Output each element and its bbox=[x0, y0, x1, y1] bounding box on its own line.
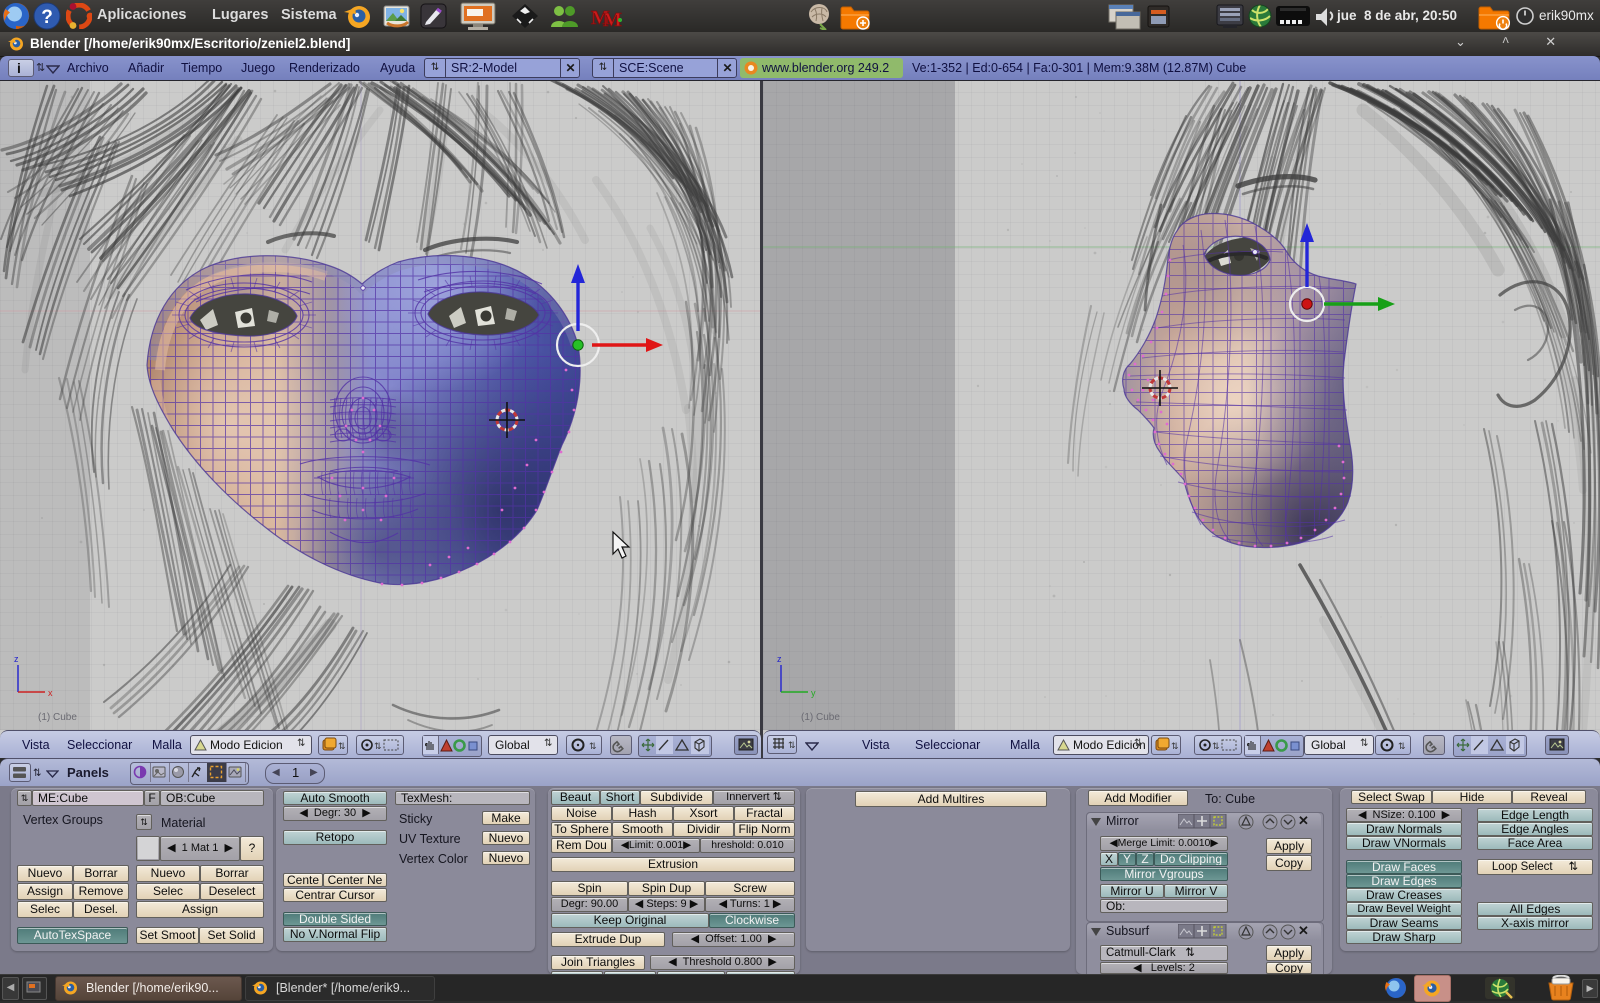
svg-text:⇅: ⇅ bbox=[788, 740, 796, 750]
svg-text:x: x bbox=[48, 688, 53, 698]
svg-text:?: ? bbox=[41, 7, 53, 28]
svg-text:⇅: ⇅ bbox=[338, 741, 346, 751]
svg-text:z: z bbox=[777, 654, 782, 664]
svg-text:⇅: ⇅ bbox=[1398, 741, 1406, 751]
svg-text:z: z bbox=[14, 654, 19, 664]
svg-text:⇅: ⇅ bbox=[1212, 741, 1220, 751]
svg-text:⇅: ⇅ bbox=[589, 741, 597, 751]
svg-text:(1) Cube: (1) Cube bbox=[801, 712, 840, 723]
svg-text:(1) Cube: (1) Cube bbox=[38, 712, 77, 723]
svg-text:y: y bbox=[811, 688, 816, 698]
svg-text:⇅: ⇅ bbox=[374, 741, 382, 751]
svg-text:⇅: ⇅ bbox=[1171, 741, 1179, 751]
